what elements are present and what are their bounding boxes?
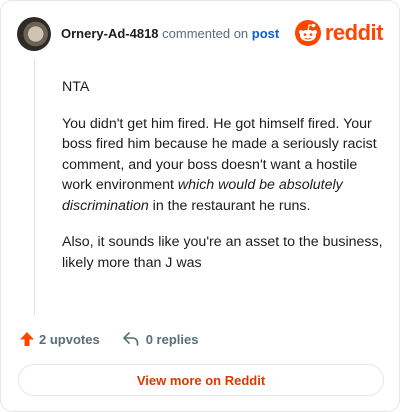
comment-paragraph: NTA [62, 79, 90, 95]
comment-actions: 2 upvotes 0 replies [19, 331, 198, 347]
reddit-logo[interactable]: reddit [294, 20, 384, 46]
reddit-wordmark: reddit [324, 20, 384, 45]
upvote-arrow-icon [20, 332, 34, 346]
action-text: commented on [162, 26, 249, 41]
upvote-count: 2 upvotes [39, 331, 100, 347]
comment-header: Ornery-Ad-4818 commented on post [61, 26, 279, 41]
comment-paragraph: You didn't get him fired. He got himself… [62, 114, 384, 217]
reply-count: 0 replies [145, 331, 199, 347]
comment-paragraph: Also, it sounds like you're an asset to … [62, 234, 383, 271]
reddit-snoo-icon [294, 20, 321, 46]
comment-text: in the restaurant he runs. [148, 197, 311, 214]
reply-arrow-icon [122, 332, 138, 346]
thread-line [34, 59, 35, 315]
upvote-button[interactable]: 2 upvotes [19, 331, 100, 347]
comment-body: NTA You didn't get him fired. He got him… [62, 77, 384, 289]
post-link[interactable]: post [252, 26, 279, 41]
view-more-button[interactable]: View more on Reddit [18, 364, 384, 396]
comment-card: Ornery-Ad-4818 commented on post reddit … [0, 0, 400, 412]
avatar[interactable] [17, 17, 51, 51]
username-link[interactable]: Ornery-Ad-4818 [61, 26, 159, 41]
reply-button[interactable]: 0 replies [122, 331, 199, 347]
